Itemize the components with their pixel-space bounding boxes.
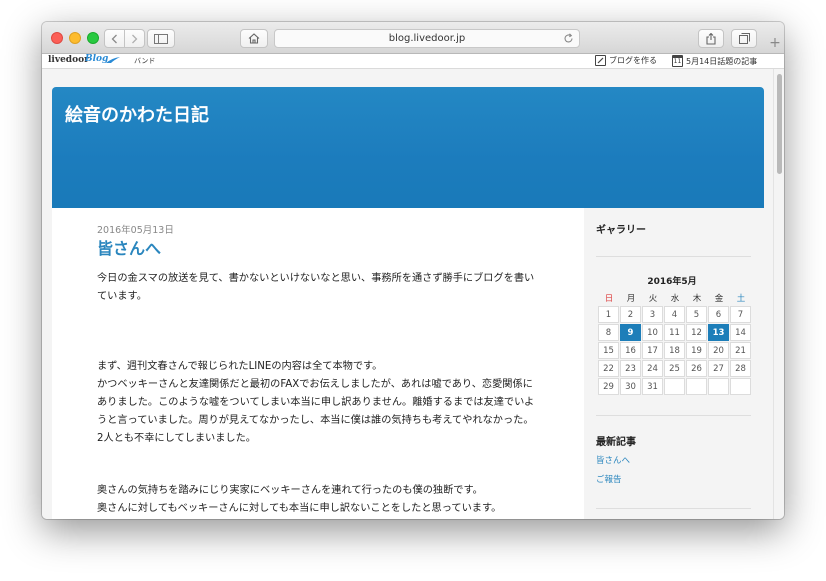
blog-title[interactable]: 絵音のかわた日記 bbox=[65, 101, 209, 127]
livedoor-blog-logo[interactable]: Blog bbox=[85, 54, 108, 64]
calendar-day[interactable]: 9 bbox=[620, 324, 641, 341]
zoom-window-button[interactable] bbox=[87, 32, 99, 44]
page-scrollbar[interactable] bbox=[773, 69, 784, 519]
calendar-day: 10 bbox=[642, 324, 663, 341]
livedoor-bar: livedoor Blog バンド ブログを作る 11 5月14日話題の記事 bbox=[42, 54, 784, 69]
calendar-day: 16 bbox=[620, 342, 641, 359]
sidebar-toggle-button[interactable] bbox=[147, 29, 175, 48]
calendar-day: 30 bbox=[620, 378, 641, 395]
calendar-day: 3 bbox=[642, 306, 663, 323]
home-button[interactable] bbox=[240, 29, 268, 48]
divider bbox=[596, 256, 751, 257]
tabs-icon bbox=[738, 33, 750, 44]
calendar-day: 17 bbox=[642, 342, 663, 359]
calendar-day: 19 bbox=[686, 342, 707, 359]
address-bar[interactable]: blog.livedoor.jp bbox=[274, 29, 580, 48]
calendar-day: 20 bbox=[708, 342, 729, 359]
calendar-day[interactable]: 13 bbox=[708, 324, 729, 341]
calendar-empty-cell bbox=[708, 378, 729, 395]
post-title[interactable]: 皆さんへ bbox=[97, 235, 161, 259]
new-tab-button[interactable]: + bbox=[766, 32, 784, 54]
gallery-heading: ギャラリー bbox=[596, 225, 646, 236]
livedoor-logo[interactable]: livedoor bbox=[48, 55, 89, 65]
calendar-empty-cell bbox=[664, 378, 685, 395]
calendar-empty-cell bbox=[686, 378, 707, 395]
browser-toolbar: blog.livedoor.jp + bbox=[42, 22, 784, 54]
topic-articles-link[interactable]: 11 5月14日話題の記事 bbox=[672, 55, 757, 67]
calendar-day: 24 bbox=[642, 360, 663, 377]
chevron-left-icon bbox=[111, 34, 117, 43]
calendar-day: 29 bbox=[598, 378, 619, 395]
url-text: blog.livedoor.jp bbox=[388, 33, 466, 44]
post-paragraph: まず、週刊文春さんで報じられたLINEの内容は全て本物です。 かつベッキーさんと… bbox=[97, 361, 535, 444]
band-link[interactable]: バンド bbox=[134, 56, 155, 66]
divider bbox=[596, 415, 751, 416]
calendar-empty-cell bbox=[730, 378, 751, 395]
recent-post-link[interactable]: ご報告 bbox=[596, 473, 622, 485]
calendar-weekdays: 日 月 火 水 木 金 土 bbox=[598, 292, 752, 304]
calendar-day: 15 bbox=[598, 342, 619, 359]
minimize-window-button[interactable] bbox=[69, 32, 81, 44]
weekday-label: 水 bbox=[670, 294, 680, 304]
calendar-day: 14 bbox=[730, 324, 751, 341]
calendar-day: 6 bbox=[708, 306, 729, 323]
calendar-day: 23 bbox=[620, 360, 641, 377]
recent-posts-heading: 最新記事 bbox=[596, 437, 636, 448]
calendar-grid: 1 2 3 4 5 6 7 8 9 10 11 12 13 14 15 16 17 18 19 20 21 22 23 24 2… bbox=[598, 306, 751, 395]
calendar-day: 18 bbox=[664, 342, 685, 359]
create-blog-link[interactable]: ブログを作る bbox=[595, 55, 657, 66]
calendar-day: 25 bbox=[664, 360, 685, 377]
calendar-day: 22 bbox=[598, 360, 619, 377]
calendar-day: 31 bbox=[642, 378, 663, 395]
divider bbox=[596, 508, 751, 509]
article-area: 2016年05月13日 皆さんへ 今日の金スマの放送を見て、書かないといけないな… bbox=[52, 208, 584, 519]
forward-button[interactable] bbox=[124, 29, 145, 48]
edit-icon bbox=[595, 55, 606, 66]
calendar-day: 7 bbox=[730, 306, 751, 323]
browser-window: blog.livedoor.jp + livedoor Blog バンド ブログ… bbox=[42, 22, 784, 519]
calendar-day: 2 bbox=[620, 306, 641, 323]
calendar-day: 26 bbox=[686, 360, 707, 377]
calendar-day: 1 bbox=[598, 306, 619, 323]
recent-post-link[interactable]: 皆さんへ bbox=[596, 454, 630, 466]
plus-icon: + bbox=[769, 35, 781, 51]
share-button[interactable] bbox=[698, 29, 724, 48]
weekday-label: 金 bbox=[714, 294, 724, 304]
weekday-label: 火 bbox=[648, 294, 658, 304]
sidebar-icon bbox=[154, 33, 168, 44]
scrollbar-thumb[interactable] bbox=[777, 74, 782, 174]
page-content: 絵音のかわた日記 2016年05月13日 皆さんへ 今日の金スマの放送を見て、書… bbox=[42, 69, 773, 519]
create-blog-label: ブログを作る bbox=[609, 56, 657, 65]
calendar-day: 28 bbox=[730, 360, 751, 377]
blog-header: 絵音のかわた日記 bbox=[52, 87, 764, 208]
calendar-day: 12 bbox=[686, 324, 707, 341]
calendar-day: 27 bbox=[708, 360, 729, 377]
calendar-day: 4 bbox=[664, 306, 685, 323]
back-button[interactable] bbox=[104, 29, 125, 48]
calendar-title: 2016年5月 bbox=[647, 277, 697, 287]
home-icon bbox=[248, 33, 260, 44]
calendar-icon: 11 bbox=[672, 55, 683, 67]
calendar-day: 21 bbox=[730, 342, 751, 359]
topic-articles-label: 5月14日話題の記事 bbox=[686, 56, 758, 66]
calendar-day: 8 bbox=[598, 324, 619, 341]
weekday-label: 木 bbox=[692, 294, 702, 304]
weekday-label: 土 bbox=[736, 294, 746, 304]
calendar-day: 5 bbox=[686, 306, 707, 323]
post-paragraph: 奥さんの気持ちを踏みにじり実家にベッキーさんを連れて行ったのも僕の独断です。 奥… bbox=[97, 485, 502, 514]
weekday-label: 月 bbox=[626, 294, 636, 304]
weekday-label: 日 bbox=[604, 294, 614, 304]
share-icon bbox=[706, 32, 716, 45]
post-date: 2016年05月13日 bbox=[97, 225, 174, 236]
post-paragraph: 今日の金スマの放送を見て、書かないといけないなと思い、事務所を通さず勝手にブログ… bbox=[97, 273, 535, 302]
chevron-right-icon bbox=[132, 34, 138, 43]
bird-icon bbox=[106, 57, 120, 63]
close-window-button[interactable] bbox=[51, 32, 63, 44]
calendar-day: 11 bbox=[664, 324, 685, 341]
reload-icon[interactable] bbox=[563, 33, 574, 44]
sidebar: ギャラリー 2016年5月 日 月 火 水 木 金 土 1 2 3 4 5 6 7 8 9 10 1… bbox=[584, 208, 764, 519]
show-tabs-button[interactable] bbox=[731, 29, 757, 48]
